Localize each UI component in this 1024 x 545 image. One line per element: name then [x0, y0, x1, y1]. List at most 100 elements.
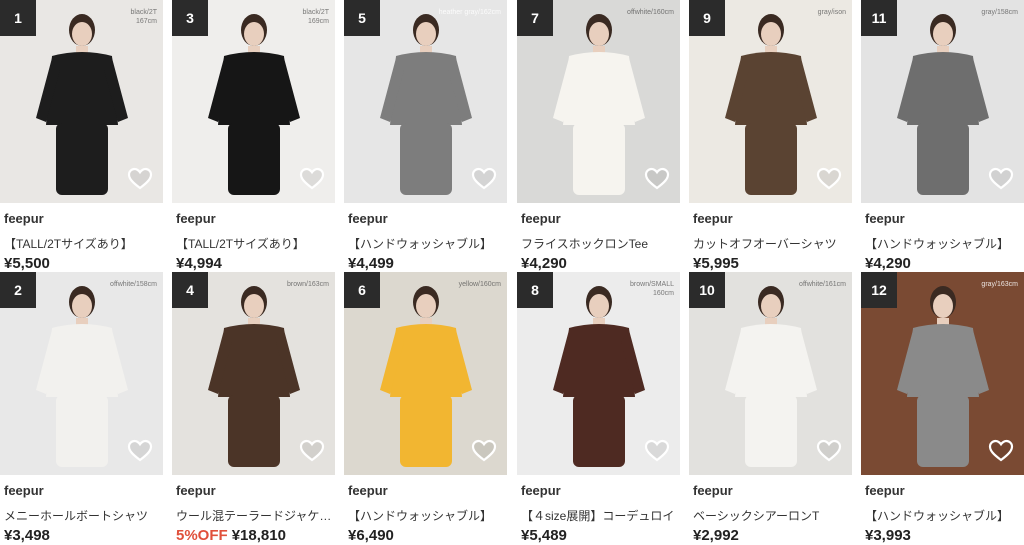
product-image[interactable]: 5 heather gray/162cm — [344, 0, 507, 203]
product-title[interactable]: 【TALL/2Tサイズあり】 — [176, 235, 332, 252]
color-size-label: offwhite/160cm — [627, 9, 674, 16]
price: ¥5,500 — [4, 255, 50, 272]
product-card[interactable]: 9 gray/ison feepur カットオフオーバーシャツ ¥5,995 — [689, 0, 852, 272]
product-title[interactable]: 【ハンドウォッシャブル】 — [865, 507, 1021, 524]
product-card[interactable]: 6 yellow/160cm feepur 【ハンドウォッシャブル】 ¥6,49… — [344, 272, 507, 544]
price-amount: ¥18,810 — [231, 527, 286, 544]
product-title[interactable]: 【４size展開】コーデュロイ — [521, 507, 677, 524]
product-title[interactable]: 【ハンドウォッシャブル】 — [348, 507, 504, 524]
product-card[interactable]: 3 black/2T 169cm feepur 【TALL/2Tサイズあり】 ¥… — [172, 0, 335, 272]
price: ¥5,489 — [521, 527, 567, 544]
product-card[interactable]: 11 gray/158cm feepur 【ハンドウォッシャブル】 ¥4,290 — [861, 0, 1024, 272]
favorite-heart-icon[interactable] — [816, 438, 842, 464]
favorite-heart-icon[interactable] — [471, 166, 497, 192]
color-size-label: gray/163cm — [981, 281, 1018, 288]
ranking-badge: 5 — [344, 0, 380, 36]
color-size-label: black/2T 169cm — [302, 9, 329, 25]
product-image[interactable]: 4 brown/163cm — [172, 272, 335, 475]
discount-label: 5%OFF — [176, 527, 228, 544]
product-title[interactable]: 【TALL/2Tサイズあり】 — [4, 235, 160, 252]
ranking-badge: 6 — [344, 272, 380, 308]
price: ¥4,290 — [865, 255, 911, 272]
product-title[interactable]: フライスホックロンTee — [521, 235, 677, 252]
product-image[interactable]: 11 gray/158cm — [861, 0, 1024, 203]
product-image[interactable]: 3 black/2T 169cm — [172, 0, 335, 203]
favorite-heart-icon[interactable] — [988, 166, 1014, 192]
brand-name[interactable]: feepur — [4, 211, 44, 226]
favorite-heart-icon[interactable] — [299, 166, 325, 192]
price-amount: ¥5,489 — [521, 527, 567, 544]
color-size-label: brown/163cm — [286, 281, 329, 288]
product-image[interactable]: 10 offwhite/161cm — [689, 272, 852, 475]
product-card[interactable]: 12 gray/163cm feepur 【ハンドウォッシャブル】 ¥3,993 — [861, 272, 1024, 544]
price: ¥4,499 — [348, 255, 394, 272]
brand-name[interactable]: feepur — [521, 211, 561, 226]
product-card[interactable]: 1 black/2T 167cm feepur 【TALL/2Tサイズあり】 ¥… — [0, 0, 163, 272]
price-amount: ¥3,993 — [865, 527, 911, 544]
product-card[interactable]: 8 brown/SMALL 160cm feepur 【４size展開】コーデュ… — [517, 272, 680, 544]
color-size-label: offwhite/161cm — [799, 281, 846, 288]
price-amount: ¥4,994 — [176, 255, 222, 272]
product-image[interactable]: 7 offwhite/160cm — [517, 0, 680, 203]
price-amount: ¥6,490 — [348, 527, 394, 544]
brand-name[interactable]: feepur — [865, 211, 905, 226]
ranking-badge: 1 — [0, 0, 36, 36]
price: ¥4,994 — [176, 255, 222, 272]
price-amount: ¥5,500 — [4, 255, 50, 272]
price-amount: ¥4,499 — [348, 255, 394, 272]
product-image[interactable]: 1 black/2T 167cm — [0, 0, 163, 203]
product-card[interactable]: 2 offwhite/158cm feepur メニーホールボートシャツ ¥3,… — [0, 272, 163, 544]
color-size-label: gray/158cm — [981, 9, 1018, 16]
ranking-badge: 12 — [861, 272, 897, 308]
ranking-badge: 9 — [689, 0, 725, 36]
favorite-heart-icon[interactable] — [127, 166, 153, 192]
brand-name[interactable]: feepur — [693, 211, 733, 226]
brand-name[interactable]: feepur — [865, 483, 905, 498]
price: ¥2,992 — [693, 527, 739, 544]
brand-name[interactable]: feepur — [176, 211, 216, 226]
price: 5%OFF ¥18,810 — [176, 527, 286, 544]
favorite-heart-icon[interactable] — [644, 166, 670, 192]
brand-name[interactable]: feepur — [4, 483, 44, 498]
ranking-badge: 11 — [861, 0, 897, 36]
product-card[interactable]: 5 heather gray/162cm feepur 【ハンドウォッシャブル】… — [344, 0, 507, 272]
price: ¥3,498 — [4, 527, 50, 544]
product-title[interactable]: ベーシックシアーロンT — [693, 507, 849, 524]
price: ¥4,290 — [521, 255, 567, 272]
product-title[interactable]: メニーホールボートシャツ — [4, 507, 160, 524]
price-amount: ¥5,995 — [693, 255, 739, 272]
product-title[interactable]: 【ハンドウォッシャブル】 — [865, 235, 1021, 252]
favorite-heart-icon[interactable] — [127, 438, 153, 464]
product-image[interactable]: 9 gray/ison — [689, 0, 852, 203]
price: ¥5,995 — [693, 255, 739, 272]
product-image[interactable]: 8 brown/SMALL 160cm — [517, 272, 680, 475]
product-card[interactable]: 10 offwhite/161cm feepur ベーシックシアーロンT ¥2,… — [689, 272, 852, 544]
price-amount: ¥2,992 — [693, 527, 739, 544]
product-title[interactable]: カットオフオーバーシャツ — [693, 235, 849, 252]
favorite-heart-icon[interactable] — [299, 438, 325, 464]
price-amount: ¥4,290 — [865, 255, 911, 272]
brand-name[interactable]: feepur — [521, 483, 561, 498]
ranking-badge: 2 — [0, 272, 36, 308]
ranking-badge: 7 — [517, 0, 553, 36]
product-title[interactable]: 【ハンドウォッシャブル】 — [348, 235, 504, 252]
favorite-heart-icon[interactable] — [988, 438, 1014, 464]
brand-name[interactable]: feepur — [693, 483, 733, 498]
price: ¥3,993 — [865, 527, 911, 544]
product-image[interactable]: 12 gray/163cm — [861, 272, 1024, 475]
brand-name[interactable]: feepur — [348, 211, 388, 226]
ranking-badge: 10 — [689, 272, 725, 308]
product-ranking-grid: 1 black/2T 167cm feepur 【TALL/2Tサイズあり】 ¥… — [0, 0, 1024, 545]
price-amount: ¥3,498 — [4, 527, 50, 544]
product-card[interactable]: 7 offwhite/160cm feepur フライスホックロンTee ¥4,… — [517, 0, 680, 272]
product-title[interactable]: ウール混テーラードジャケット — [176, 507, 332, 524]
ranking-badge: 3 — [172, 0, 208, 36]
favorite-heart-icon[interactable] — [816, 166, 842, 192]
favorite-heart-icon[interactable] — [471, 438, 497, 464]
favorite-heart-icon[interactable] — [644, 438, 670, 464]
brand-name[interactable]: feepur — [176, 483, 216, 498]
product-image[interactable]: 6 yellow/160cm — [344, 272, 507, 475]
product-card[interactable]: 4 brown/163cm feepur ウール混テーラードジャケット 5%OF… — [172, 272, 335, 544]
brand-name[interactable]: feepur — [348, 483, 388, 498]
product-image[interactable]: 2 offwhite/158cm — [0, 272, 163, 475]
